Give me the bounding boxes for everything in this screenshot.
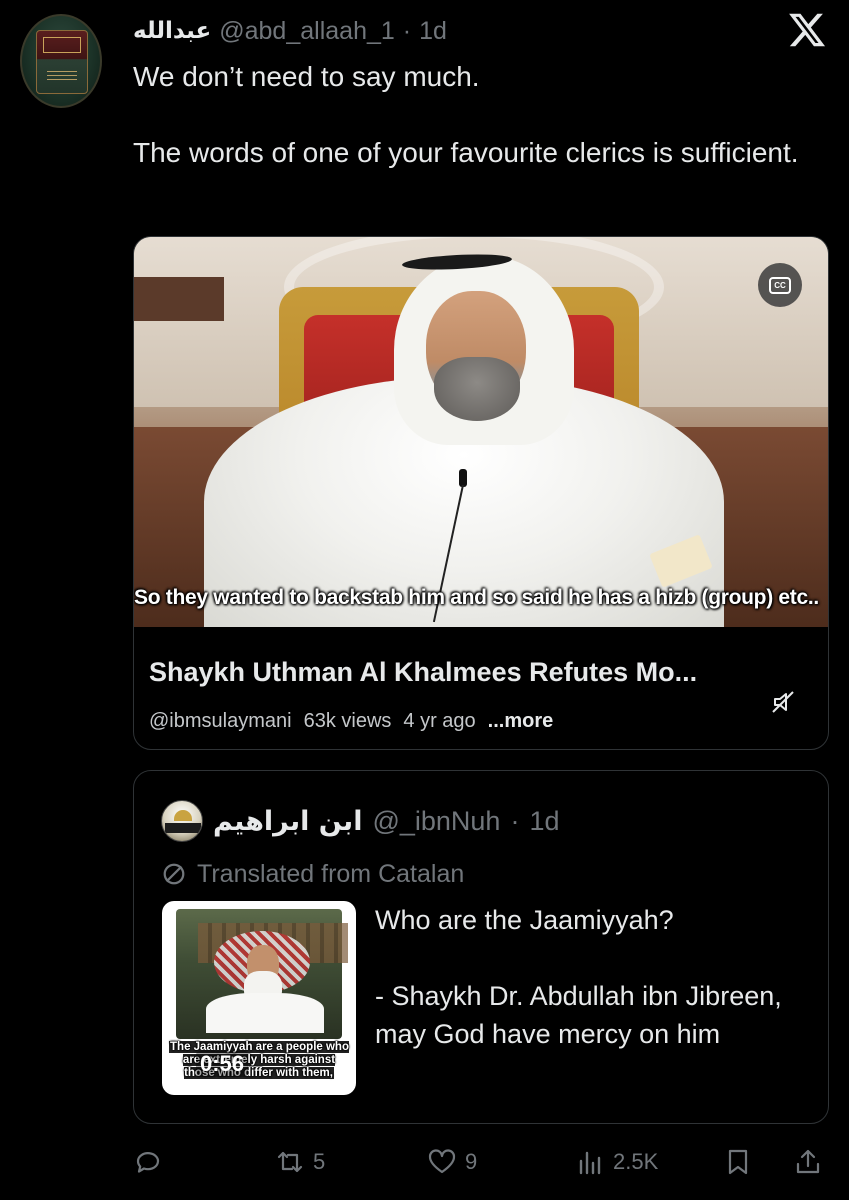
like-button[interactable]: 9 — [427, 1140, 477, 1184]
reply-icon — [136, 1152, 160, 1173]
author-display-name[interactable]: عبدالله — [133, 18, 211, 44]
quoted-author-avatar[interactable] — [161, 800, 203, 842]
tweet-action-bar: 5 9 2.5K — [133, 1140, 829, 1184]
cc-icon: CC — [769, 276, 791, 294]
translated-from-text: Translated from Catalan — [197, 859, 465, 888]
views-chart-icon — [579, 1151, 601, 1175]
tweet-header: عبدالله @abd_allaah_1 · 1d — [133, 14, 447, 48]
youtube-video-card[interactable]: CC So they wanted to backstab him and so… — [133, 236, 829, 750]
translated-from-label[interactable]: Translated from Catalan — [161, 857, 464, 891]
video-shelf — [134, 277, 224, 321]
mute-icon[interactable] — [768, 687, 798, 717]
avatar-book-image — [36, 30, 88, 94]
quoted-tweet-body: Who are the Jaamiyyah? - Shaykh Dr. Abdu… — [375, 901, 815, 1053]
retweet-count: 5 — [313, 1149, 326, 1174]
video-age: 4 yr ago — [403, 710, 476, 732]
mute-glyph — [772, 691, 794, 713]
heart-icon — [428, 1149, 456, 1174]
header-separator: · — [402, 16, 412, 45]
quoted-text-line-2: - Shaykh Dr. Abdullah ibn Jibreen, may G… — [375, 981, 782, 1049]
thumbnail-speaker-body — [206, 993, 324, 1033]
quoted-tweet-card[interactable]: ابن ابراهيم @_ibnNuh · 1d Translated fro… — [133, 770, 829, 1124]
closed-captions-button[interactable]: CC — [758, 263, 802, 307]
quoted-text-line-1: Who are the Jaamiyyah? — [375, 905, 674, 935]
quoted-video-thumbnail[interactable]: The Jaamiyyah are a people who are extre… — [162, 901, 356, 1095]
translate-icon — [163, 863, 185, 885]
video-subtitle: So they wanted to backstab him and so sa… — [134, 586, 819, 609]
tweet-text-line-1: We don’t need to say much. — [133, 61, 480, 92]
video-more-link[interactable]: ...more — [488, 710, 554, 733]
avatar-dome-image — [174, 810, 192, 821]
views-count: 2.5K — [613, 1149, 659, 1174]
bookmark-button[interactable] — [723, 1140, 753, 1184]
x-logo-glyph — [789, 13, 826, 47]
quoted-author-display-name[interactable]: ابن ابراهيم — [213, 806, 362, 837]
quoted-header-separator: · — [510, 805, 520, 836]
x-logo-icon[interactable] — [787, 10, 827, 50]
author-avatar[interactable] — [20, 14, 102, 108]
video-player[interactable]: CC So they wanted to backstab him and so… — [134, 237, 828, 627]
avatar-banner-image — [165, 823, 201, 833]
share-button[interactable] — [793, 1140, 823, 1184]
quoted-tweet-header: ابن ابراهيم @_ibnNuh · 1d — [161, 800, 560, 842]
tweet-timestamp[interactable]: 1d — [419, 17, 447, 46]
quoted-author-handle[interactable]: @_ibnNuh — [372, 806, 500, 837]
bookmark-icon — [728, 1149, 748, 1175]
video-meta: @ibmsulaymani 63k views 4 yr ago ...more — [149, 710, 553, 733]
retweet-icon — [277, 1151, 303, 1173]
author-handle[interactable]: @abd_allaah_1 — [219, 17, 395, 46]
video-channel[interactable]: @ibmsulaymani — [149, 710, 292, 733]
tweet-text-line-2: The words of one of your favourite cleri… — [133, 137, 799, 168]
share-icon — [796, 1149, 820, 1174]
like-count: 9 — [465, 1149, 478, 1174]
quoted-tweet-timestamp[interactable]: 1d — [529, 806, 559, 837]
video-speaker-beard — [434, 357, 520, 421]
video-duration-badge: 0:56 — [196, 1051, 249, 1077]
tweet-body: We don’t need to say much. The words of … — [133, 58, 813, 172]
video-title[interactable]: Shaykh Uthman Al Khalmees Refutes Mo... — [149, 657, 789, 688]
reply-button[interactable] — [133, 1140, 171, 1184]
video-views: 63k views — [303, 710, 392, 732]
views-button[interactable]: 2.5K — [575, 1140, 658, 1184]
retweet-button[interactable]: 5 — [275, 1140, 325, 1184]
